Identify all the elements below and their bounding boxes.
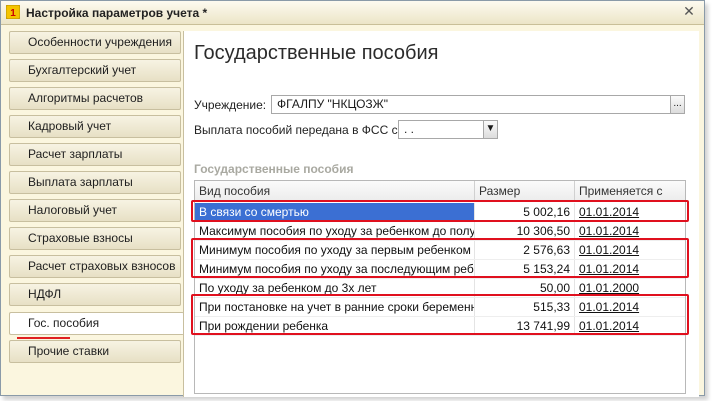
sidebar-item-payroll-payout[interactable]: Выплата зарплаты [9,171,181,194]
benefit-amount: 2 576,63 [475,241,575,259]
sidebar-item-insurance[interactable]: Страховые взносы [9,227,181,250]
benefit-kind: При рождении ребенка [195,317,475,335]
window-title: Настройка параметров учета * [26,6,208,20]
chevron-down-icon[interactable]: ▼ [483,120,498,139]
benefit-amount: 5 002,16 [475,203,575,221]
sidebar-item-tax[interactable]: Налоговый учет [9,199,181,222]
sidebar-item-payroll-calc[interactable]: Расчет зарплаты [9,143,181,166]
close-icon[interactable]: ✕ [682,4,696,18]
table-row[interactable]: Максимум пособия по уходу за ребенком до… [195,222,685,241]
benefits-table: Вид пособия Размер Применяется с В связи… [194,180,686,394]
column-header-date[interactable]: Применяется с [575,181,685,201]
benefit-amount: 5 153,24 [475,260,575,278]
benefit-kind: Минимум пособия по уходу за последующим … [195,260,475,278]
title-bar: 1 Настройка параметров учета * ✕ [1,1,704,25]
benefit-date: 01.01.2014 [579,205,640,219]
sidebar-item-hr[interactable]: Кадровый учет [9,115,181,138]
column-header-kind[interactable]: Вид пособия [195,181,475,201]
ellipsis-icon[interactable]: ... [670,95,685,114]
sidebar-item-accounting[interactable]: Бухгалтерский учет [9,59,181,82]
benefit-date: 01.01.2014 [579,300,640,314]
table-row[interactable]: При постановке на учет в ранние сроки бе… [195,298,685,317]
institution-label: Учреждение: [194,98,267,112]
sidebar-item-insurance-calc[interactable]: Расчет страховых взносов [9,255,181,278]
section-title: Государственные пособия [194,162,354,176]
page-title: Государственные пособия [194,42,439,64]
app-logo-icon: 1 [6,5,20,19]
sidebar-item-other-rates[interactable]: Прочие ставки [9,340,181,363]
sidebar-item-institution[interactable]: Особенности учреждения [9,31,181,54]
benefit-date: 01.01.2014 [579,319,640,333]
benefit-kind: Максимум пособия по уходу за ребенком до… [195,222,475,240]
main-panel: Государственные пособия Учреждение: ФГАЛ… [183,31,699,397]
benefit-date: 01.01.2014 [579,243,640,257]
institution-field[interactable]: ФГАЛПУ "НКЦОЗЖ" [271,95,671,114]
benefit-date: 01.01.2014 [579,262,640,276]
sidebar-item-algorithms[interactable]: Алгоритмы расчетов [9,87,181,110]
benefit-amount: 515,33 [475,298,575,316]
column-header-amount[interactable]: Размер [475,181,575,201]
table-row[interactable]: При рождении ребенка 13 741,99 01.01.201… [195,317,685,336]
svg-text:1: 1 [10,8,16,19]
benefit-kind: По уходу за ребенком до 3х лет [195,279,475,297]
table-row[interactable]: По уходу за ребенком до 3х лет 50,00 01.… [195,279,685,298]
fss-date-field[interactable]: . . [398,120,484,139]
table-row[interactable]: Минимум пособия по уходу за первым ребен… [195,241,685,260]
benefit-amount: 13 741,99 [475,317,575,335]
table-header: Вид пособия Размер Применяется с [195,181,685,202]
table-row[interactable]: Минимум пособия по уходу за последующим … [195,260,685,279]
benefit-kind: Минимум пособия по уходу за первым ребен… [195,241,475,259]
benefit-kind: При постановке на учет в ранние сроки бе… [195,298,475,316]
benefit-date: 01.01.2000 [579,281,640,295]
sidebar-item-ndfl[interactable]: НДФЛ [9,283,181,306]
settings-sidebar: Особенности учреждения Бухгалтерский уче… [9,31,184,397]
active-item-underline [17,337,70,339]
benefit-amount: 10 306,50 [475,222,575,240]
table-row[interactable]: В связи со смертью 5 002,16 01.01.2014 [195,203,685,222]
benefit-date: 01.01.2014 [579,224,640,238]
fss-label: Выплата пособий передана в ФСС с: [194,123,401,137]
settings-window: 1 Настройка параметров учета * ✕ Особенн… [0,0,705,397]
sidebar-item-state-benefits[interactable]: Гос. пособия [9,312,184,335]
benefit-amount: 50,00 [475,279,575,297]
benefit-kind: В связи со смертью [195,203,475,221]
